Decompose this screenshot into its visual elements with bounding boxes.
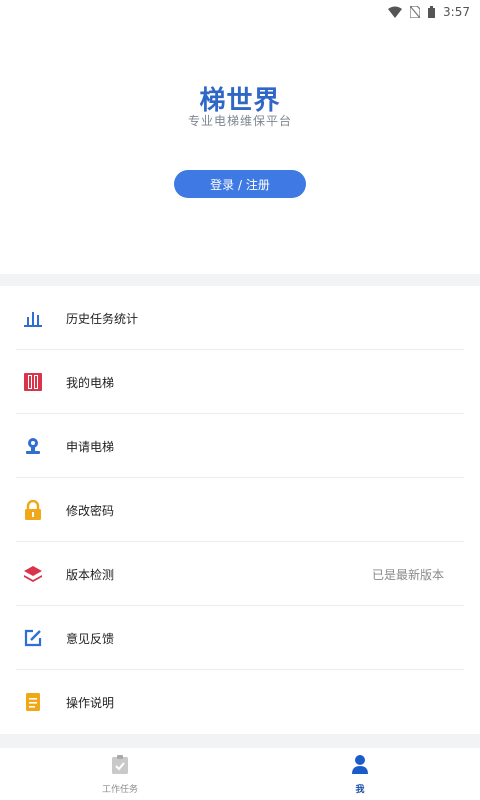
bottom-tab-bar: 工作任务 我 <box>0 748 480 800</box>
menu-item-label: 我的电梯 <box>66 375 115 390</box>
menu-item-label: 修改密码 <box>66 503 115 518</box>
menu-item-label: 版本检测 <box>66 567 115 582</box>
edit-icon <box>22 627 44 649</box>
elevator-icon <box>22 371 44 393</box>
clipboard-icon <box>111 754 129 778</box>
tab-me[interactable]: 我 <box>240 748 480 800</box>
clock-time: 3:57 <box>443 5 470 19</box>
menu-item-label: 申请电梯 <box>66 439 115 454</box>
tab-label: 工作任务 <box>101 784 138 795</box>
version-status-text: 已是最新版本 <box>371 567 444 582</box>
section-divider <box>0 734 480 748</box>
status-bar: 3:57 <box>0 0 480 24</box>
person-icon <box>351 754 369 778</box>
menu-item-my-elevators[interactable]: 我的电梯 <box>0 350 480 414</box>
section-divider <box>0 274 480 286</box>
menu-item-task-statistics[interactable]: 历史任务统计 <box>0 286 480 350</box>
menu-item-label: 操作说明 <box>66 695 115 710</box>
profile-header: 梯世界 专业电梯维保平台 登录 / 注册 <box>0 24 480 274</box>
menu-item-apply-elevator[interactable]: 申请电梯 <box>0 414 480 478</box>
menu-item-label: 意见反馈 <box>66 631 115 646</box>
settings-menu: 历史任务统计 我的电梯 申请电梯 修改密码 版本检测 已是最新版本 意见反馈 操… <box>0 286 480 734</box>
tab-work-tasks[interactable]: 工作任务 <box>0 748 240 800</box>
brand-slogan: 专业电梯维保平台 <box>187 114 292 128</box>
wifi-icon <box>388 6 403 18</box>
login-register-button[interactable]: 登录 / 注册 <box>174 170 306 198</box>
menu-item-version-check[interactable]: 版本检测 已是最新版本 <box>0 542 480 606</box>
menu-item-feedback[interactable]: 意见反馈 <box>0 606 480 670</box>
layers-icon <box>22 563 44 585</box>
bar-chart-icon <box>22 307 44 329</box>
menu-item-instructions[interactable]: 操作说明 <box>0 670 480 734</box>
menu-item-change-password[interactable]: 修改密码 <box>0 478 480 542</box>
document-icon <box>22 691 44 713</box>
tab-label: 我 <box>355 784 365 795</box>
menu-item-label: 历史任务统计 <box>66 311 139 326</box>
battery-icon <box>428 6 436 18</box>
user-stamp-icon <box>22 435 44 457</box>
no-sim-icon <box>410 6 421 18</box>
lock-icon <box>22 499 44 521</box>
